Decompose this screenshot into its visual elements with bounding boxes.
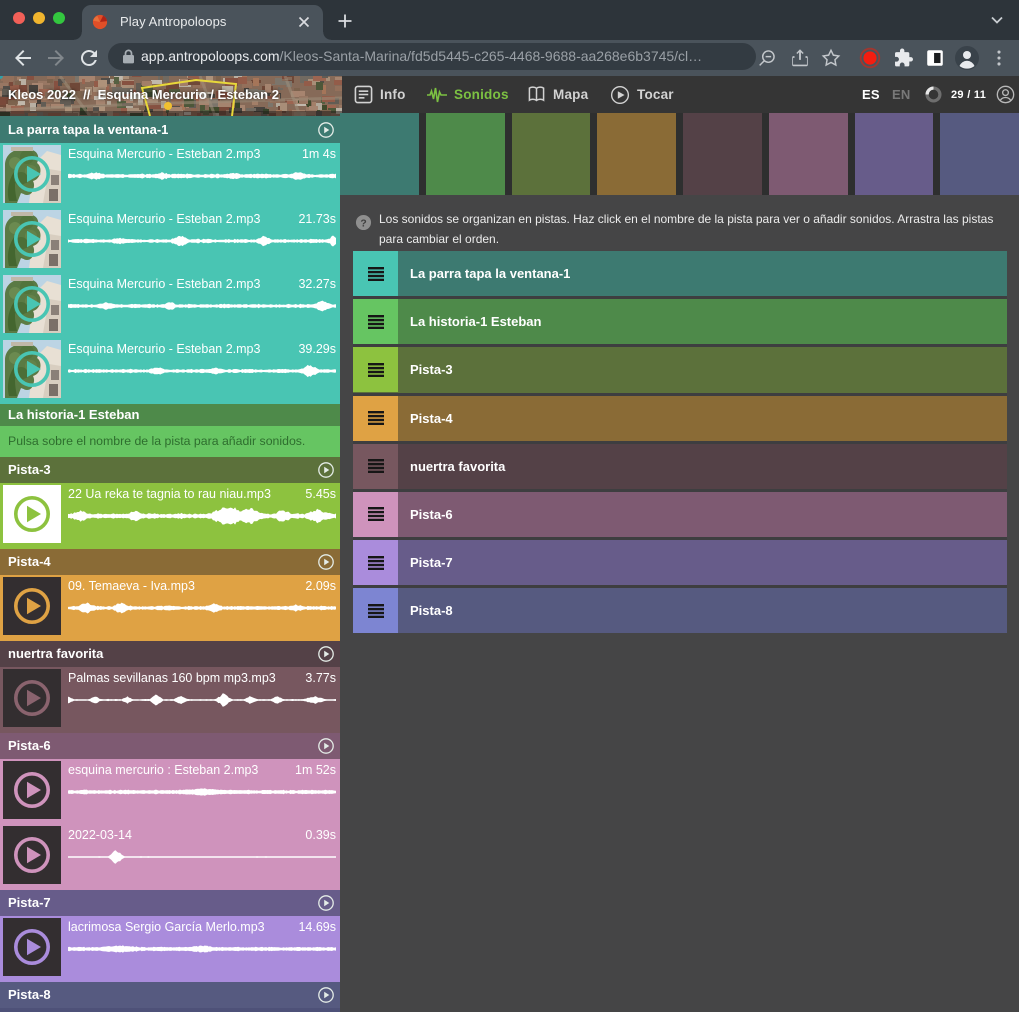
svg-text:?: ? xyxy=(360,218,366,229)
